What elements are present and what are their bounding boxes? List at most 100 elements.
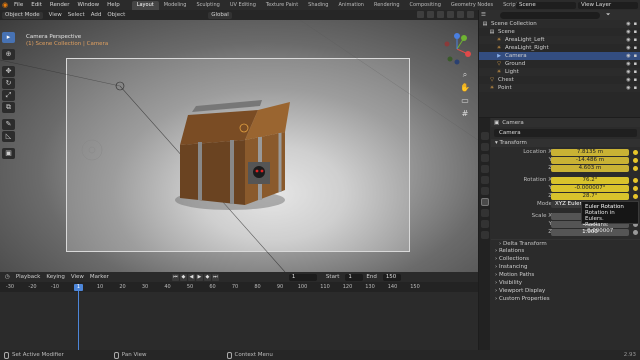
menu-help[interactable]: Help xyxy=(103,2,124,8)
chest-mesh[interactable] xyxy=(180,100,290,205)
properties-panel-header[interactable]: › Motion Paths xyxy=(491,271,640,279)
eye-icon[interactable]: ◉ xyxy=(626,68,630,76)
3d-viewport[interactable]: Object Mode View Select Add Object Globa… xyxy=(0,10,478,272)
tab-compositing[interactable]: Compositing xyxy=(405,1,446,10)
current-frame-field[interactable]: 1 xyxy=(288,273,317,281)
navigation-gizmo[interactable] xyxy=(440,32,474,66)
eye-icon[interactable]: ◉ xyxy=(626,60,630,68)
zoom-icon[interactable]: ⌕ xyxy=(460,70,470,80)
tab-sculpting[interactable]: Sculpting xyxy=(191,1,224,10)
menu-file[interactable]: File xyxy=(10,2,27,8)
timeline-editor-icon[interactable]: ◷ xyxy=(2,274,13,280)
viewport-canvas[interactable]: Camera Perspective (1) Scene Collection … xyxy=(0,20,478,272)
constraints-tab-icon[interactable] xyxy=(480,220,489,228)
menu-playback[interactable]: Playback xyxy=(13,274,44,280)
outliner-search-input[interactable] xyxy=(499,11,600,19)
eye-icon[interactable]: ◉ xyxy=(626,20,630,28)
tool-tab-icon[interactable] xyxy=(480,132,489,140)
measure-icon[interactable]: ◺ xyxy=(2,131,15,142)
tab-geometry-nodes[interactable]: Geometry Nodes xyxy=(446,1,498,10)
pan-hand-icon[interactable]: ✋ xyxy=(460,83,470,93)
mode-dropdown[interactable]: Object Mode xyxy=(2,11,43,19)
keyframe-dot-icon[interactable] xyxy=(633,150,638,155)
outliner-row[interactable]: ▽ Chest ◉ ▪ xyxy=(479,76,640,84)
menu-render[interactable]: Render xyxy=(46,2,74,8)
outliner-editor-icon[interactable]: ☰ xyxy=(481,12,486,18)
delta-transform-panel[interactable]: › Delta Transform xyxy=(491,239,640,247)
menu-keying[interactable]: Keying xyxy=(43,274,67,280)
outliner-row[interactable]: ▽ Ground ◉ ▪ xyxy=(479,60,640,68)
view-layer-selector[interactable]: View Layer xyxy=(578,1,638,9)
cursor-icon[interactable]: ⊕ xyxy=(2,49,15,60)
camera-render-icon[interactable]: ▪ xyxy=(634,20,637,28)
eye-icon[interactable]: ◉ xyxy=(626,84,630,92)
camera-render-icon[interactable]: ▪ xyxy=(634,44,637,52)
shading-material-button[interactable] xyxy=(457,11,464,18)
camera-view-icon[interactable]: ▭ xyxy=(460,96,470,106)
transform-panel-header[interactable]: ▾ Transform xyxy=(491,139,640,147)
location-z-field[interactable]: 4.603 m xyxy=(551,165,629,172)
properties-editor[interactable]: ▣ Camera Camera ▾ Transform Location X 7.… xyxy=(479,118,640,350)
annotate-icon[interactable]: ✎ xyxy=(2,119,15,130)
data-tab-icon[interactable] xyxy=(480,231,489,239)
play-reverse-icon[interactable]: ◀ xyxy=(187,273,195,281)
keyframe-dot-icon[interactable] xyxy=(633,194,638,199)
outliner-row[interactable]: ☀ AreaLight_Right ◉ ▪ xyxy=(479,44,640,52)
overlay-button[interactable] xyxy=(417,11,424,18)
xray-button[interactable] xyxy=(427,11,434,18)
eye-icon[interactable]: ◉ xyxy=(626,28,630,36)
properties-panel-header[interactable]: › Viewport Display xyxy=(491,287,640,295)
menu-object[interactable]: Object xyxy=(104,12,128,18)
rotation-y-field[interactable]: -0.000007° xyxy=(551,185,629,192)
object-name-field[interactable]: Camera xyxy=(494,129,637,137)
properties-panel-header[interactable]: › Relations xyxy=(491,247,640,255)
tab-uv-editing[interactable]: UV Editing xyxy=(225,1,261,10)
tab-rendering[interactable]: Rendering xyxy=(369,1,405,10)
rotation-x-field[interactable]: 76.2° xyxy=(551,177,629,184)
tab-layout[interactable]: Layout xyxy=(131,0,159,10)
area-light-icon[interactable] xyxy=(81,139,103,161)
camera-render-icon[interactable]: ▪ xyxy=(634,52,637,60)
outliner-row[interactable]: ▶ Camera ◉ ▪ xyxy=(479,52,640,60)
start-frame-field[interactable]: 1 xyxy=(345,273,364,281)
outliner-row[interactable]: ☀ Light ◉ ▪ xyxy=(479,68,640,76)
camera-render-icon[interactable]: ▪ xyxy=(634,36,637,44)
camera-render-icon[interactable]: ▪ xyxy=(634,60,637,68)
end-frame-field[interactable]: 150 xyxy=(382,273,401,281)
filter-icon[interactable]: ⏷ xyxy=(606,12,610,19)
rotation-z-field[interactable]: 28.7° xyxy=(551,193,629,200)
move-icon[interactable]: ✥ xyxy=(2,66,15,77)
outliner-row[interactable]: ▤ Scene Collection ◉ ▪ xyxy=(479,20,640,28)
menu-marker[interactable]: Marker xyxy=(87,274,112,280)
keyframe-dot-icon[interactable] xyxy=(633,186,638,191)
keyframe-dot-icon[interactable] xyxy=(633,178,638,183)
orientation-dropdown[interactable]: Global xyxy=(208,11,232,19)
output-tab-icon[interactable] xyxy=(480,154,489,162)
tab-animation[interactable]: Animation xyxy=(333,1,369,10)
physics-tab-icon[interactable] xyxy=(480,209,489,217)
add-cube-icon[interactable]: ▣ xyxy=(2,148,15,159)
transform-icon[interactable]: ⧉ xyxy=(2,102,15,113)
menu-view[interactable]: View xyxy=(46,12,65,18)
shading-solid-button[interactable] xyxy=(447,11,454,18)
outliner-row[interactable]: ▤ Scene ◉ ▪ xyxy=(479,28,640,36)
jump-start-icon[interactable]: ⏮ xyxy=(171,273,179,281)
jump-end-icon[interactable]: ⏭ xyxy=(211,273,219,281)
outliner-row[interactable]: ☀ Point ◉ ▪ xyxy=(479,84,640,92)
menu-select[interactable]: Select xyxy=(65,12,88,18)
blender-logo-icon[interactable]: ◉ xyxy=(0,0,10,10)
timeline-editor[interactable]: ◷ Playback Keying View Marker ⏮ ◆ ◀ ▶ ◆ … xyxy=(0,272,478,350)
keyframe-dot-icon[interactable] xyxy=(633,166,638,171)
shading-rendered-button[interactable] xyxy=(467,11,474,18)
camera-render-icon[interactable]: ▪ xyxy=(634,84,637,92)
outliner-row[interactable]: ☀ AreaLight_Left ◉ ▪ xyxy=(479,36,640,44)
eye-icon[interactable]: ◉ xyxy=(626,36,630,44)
menu-edit[interactable]: Edit xyxy=(27,2,46,8)
properties-panel-header[interactable]: › Instancing xyxy=(491,263,640,271)
shading-wire-button[interactable] xyxy=(437,11,444,18)
playhead[interactable]: 1 xyxy=(74,284,83,291)
location-x-field[interactable]: 7.8135 m xyxy=(551,149,629,156)
properties-panel-header[interactable]: › Custom Properties xyxy=(491,295,640,303)
location-y-field[interactable]: -14.486 m xyxy=(551,157,629,164)
outliner[interactable]: ☰ ⏷ ▤ Scene Collection ◉ ▪ ▤ Scene ◉ ▪ ☀ AreaLigh… xyxy=(479,10,640,117)
